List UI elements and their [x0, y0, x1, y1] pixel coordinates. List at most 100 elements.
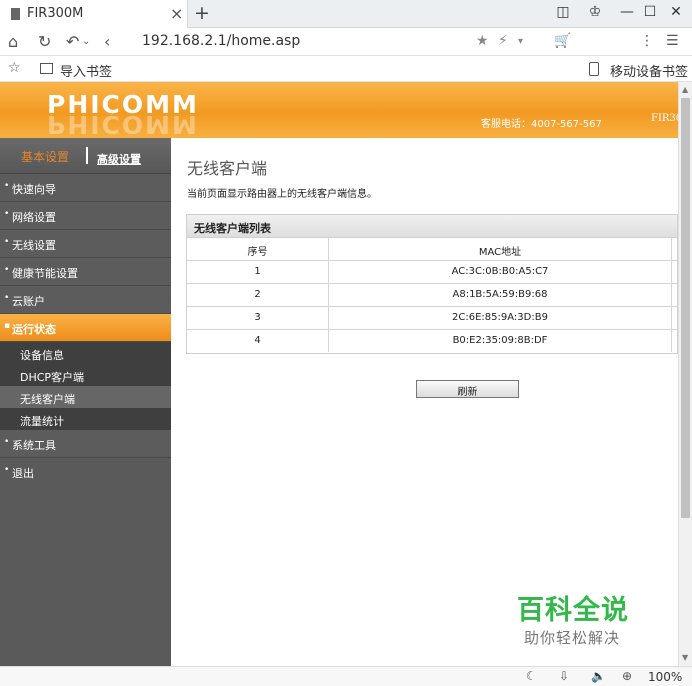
browser-tab[interactable]: FIR300M × — [0, 0, 188, 28]
divider — [86, 147, 88, 164]
zoom-icon[interactable]: ⊕ — [622, 669, 632, 683]
sub-item-label: DHCP客户端 — [20, 371, 85, 384]
mobile-bookmarks-link[interactable]: 移动设备书签 — [610, 61, 688, 80]
row-mac: A8:1B:5A:59:B9:68 — [329, 284, 672, 306]
sidebar-item-system-tools[interactable]: • 系统工具 — [0, 430, 171, 458]
row-index: 2 — [187, 284, 329, 306]
row-index: 4 — [187, 330, 329, 352]
watermark: 百科全说 助你轻松解决 — [494, 578, 666, 662]
menu-icon[interactable]: ☰ — [666, 33, 679, 49]
sidebar-item-cloud[interactable]: • 云账户 — [0, 286, 171, 314]
row-mac: 2C:6E:85:9A:3D:B9 — [329, 307, 672, 329]
sidebar-item-label: 快速向导 — [12, 183, 56, 196]
bullet-icon: • — [4, 293, 10, 303]
sidebar-item-logout[interactable]: • 退出 — [0, 458, 171, 486]
cart-icon[interactable]: 🛒 — [554, 33, 571, 49]
sidebar: 基本设置 高级设置 • 快速向导 • 网络设置 • 无线设置 • 健康节能设置 … — [0, 138, 171, 666]
column-header-mac: MAC地址 — [329, 238, 672, 260]
scroll-up-icon[interactable]: ▲ — [682, 85, 688, 94]
bullet-icon: • — [4, 437, 10, 447]
sub-item-label: 无线客户端 — [20, 393, 75, 406]
scrollbar-thumb[interactable] — [681, 98, 690, 518]
sub-item-label: 流量统计 — [20, 415, 64, 428]
bullet-icon: • — [4, 209, 10, 219]
table-caption: 无线客户端列表 — [187, 215, 677, 238]
minimize-icon[interactable]: — — [617, 4, 637, 20]
table-row: 4 B0:E2:35:09:8B:DF — [187, 330, 677, 353]
bookmark-star-icon[interactable]: ☆ — [8, 60, 21, 76]
bullet-icon: • — [4, 237, 10, 247]
address-bar: ⌂ ↻ ↶ ⌄ ‹ 192.168.2.1/home.asp ★ ⚡ ▾ 🛒 ⋮… — [0, 28, 692, 77]
close-tab-icon[interactable]: × — [170, 4, 183, 23]
sidebar-item-label: 网络设置 — [12, 211, 56, 224]
sidebar-item-label: 云账户 — [12, 295, 45, 308]
watermark-title: 百科全说 — [517, 595, 629, 626]
vertical-scrollbar[interactable]: ▲ ▼ — [678, 82, 692, 666]
sidebar-mode-switch: 基本设置 高级设置 — [0, 138, 171, 174]
sidebar-item-label: 系统工具 — [12, 439, 56, 452]
bullet-icon: • — [4, 465, 10, 475]
chevron-down-icon[interactable]: ▾ — [518, 36, 523, 47]
import-bookmarks-link[interactable]: 导入书签 — [60, 61, 112, 80]
lightning-icon[interactable]: ⚡ — [498, 33, 508, 49]
sidebar-item-quick-wizard[interactable]: • 快速向导 — [0, 174, 171, 202]
page-header: PHICOMM PHICOMM 客服电话：4007-567-567 FIR30 — [0, 82, 678, 139]
row-mac: B0:E2:35:09:8B:DF — [329, 330, 672, 352]
back-history-icon[interactable]: ↶ — [66, 32, 79, 51]
mobile-icon — [589, 62, 599, 76]
table-row: 1 AC:3C:0B:B0:A5:C7 — [187, 261, 677, 284]
volume-icon[interactable]: 🔈 — [591, 669, 606, 683]
sub-item-device-info[interactable]: 设备信息 — [0, 342, 171, 364]
row-index: 3 — [187, 307, 329, 329]
bullet-icon: • — [4, 265, 10, 275]
sub-item-label: 设备信息 — [20, 349, 64, 362]
refresh-button[interactable]: 刷新 — [416, 380, 519, 398]
star-icon[interactable]: ★ — [476, 33, 489, 49]
new-tab-icon[interactable]: + — [194, 2, 210, 24]
shirt-icon[interactable]: ♔ — [585, 4, 605, 20]
page-description: 当前页面显示路由器上的无线客户端信息。 — [187, 189, 377, 200]
page-title: 无线客户端 — [187, 159, 268, 178]
bullet-icon: ▪ — [4, 321, 11, 331]
document-icon — [11, 8, 20, 20]
watermark-subtitle: 助你轻松解决 — [524, 629, 621, 647]
row-mac: AC:3C:0B:B0:A5:C7 — [329, 261, 672, 283]
sub-item-wireless-clients[interactable]: 无线客户端 — [0, 386, 171, 408]
scroll-down-icon[interactable]: ▼ — [682, 653, 688, 662]
advanced-settings-tab[interactable]: 高级设置 — [97, 151, 141, 167]
model-text: FIR30 — [651, 113, 678, 124]
reload-icon[interactable]: ↻ — [38, 32, 51, 51]
close-window-icon[interactable]: ✕ — [666, 4, 686, 20]
sidebar-item-energy[interactable]: • 健康节能设置 — [0, 258, 171, 286]
url-field[interactable]: 192.168.2.1/home.asp — [142, 33, 300, 49]
sidebar-item-label: 健康节能设置 — [12, 267, 78, 280]
row-index: 1 — [187, 261, 329, 283]
moon-icon[interactable]: ☾ — [526, 669, 537, 683]
maximize-icon[interactable]: ☐ — [640, 4, 660, 20]
table-row: 3 2C:6E:85:9A:3D:B9 — [187, 307, 677, 330]
hotline-text: 客服电话：4007-567-567 — [481, 119, 602, 130]
sidebar-item-status[interactable]: ▪ 运行状态 — [0, 314, 171, 342]
sub-item-traffic-stats[interactable]: 流量统计 — [0, 408, 171, 430]
zoom-level[interactable]: 100% — [648, 670, 682, 684]
home-icon[interactable]: ⌂ — [8, 32, 18, 51]
sidebar-item-label: 无线设置 — [12, 239, 56, 252]
sub-item-dhcp-clients[interactable]: DHCP客户端 — [0, 364, 171, 386]
basic-settings-tab[interactable]: 基本设置 — [21, 148, 69, 165]
sidebar-item-network[interactable]: • 网络设置 — [0, 202, 171, 230]
import-icon — [40, 63, 53, 74]
sidebar-item-wireless[interactable]: • 无线设置 — [0, 230, 171, 258]
column-header-index: 序号 — [187, 238, 329, 260]
back-icon[interactable]: ‹ — [104, 32, 110, 51]
chevron-down-icon[interactable]: ⌄ — [82, 36, 90, 47]
reader-mode-icon[interactable]: ◫ — [553, 4, 573, 20]
web-page: PHICOMM PHICOMM 客服电话：4007-567-567 FIR30 … — [0, 82, 678, 666]
table-header-row: 序号 MAC地址 — [187, 238, 677, 261]
sidebar-item-label: 退出 — [12, 467, 34, 480]
tab-bar: FIR300M × + ◫ ♔ — ☐ ✕ — [0, 0, 692, 28]
download-icon[interactable]: ⇩ — [559, 669, 569, 683]
more-icon[interactable]: ⋮ — [640, 33, 654, 49]
status-bar: ☾ ⇩ 🔈 ⊕ 100% — [0, 666, 692, 686]
bookmarks-bar: ☆ 导入书签 移动设备书签 — [0, 56, 692, 82]
sidebar-item-label: 运行状态 — [12, 323, 56, 336]
